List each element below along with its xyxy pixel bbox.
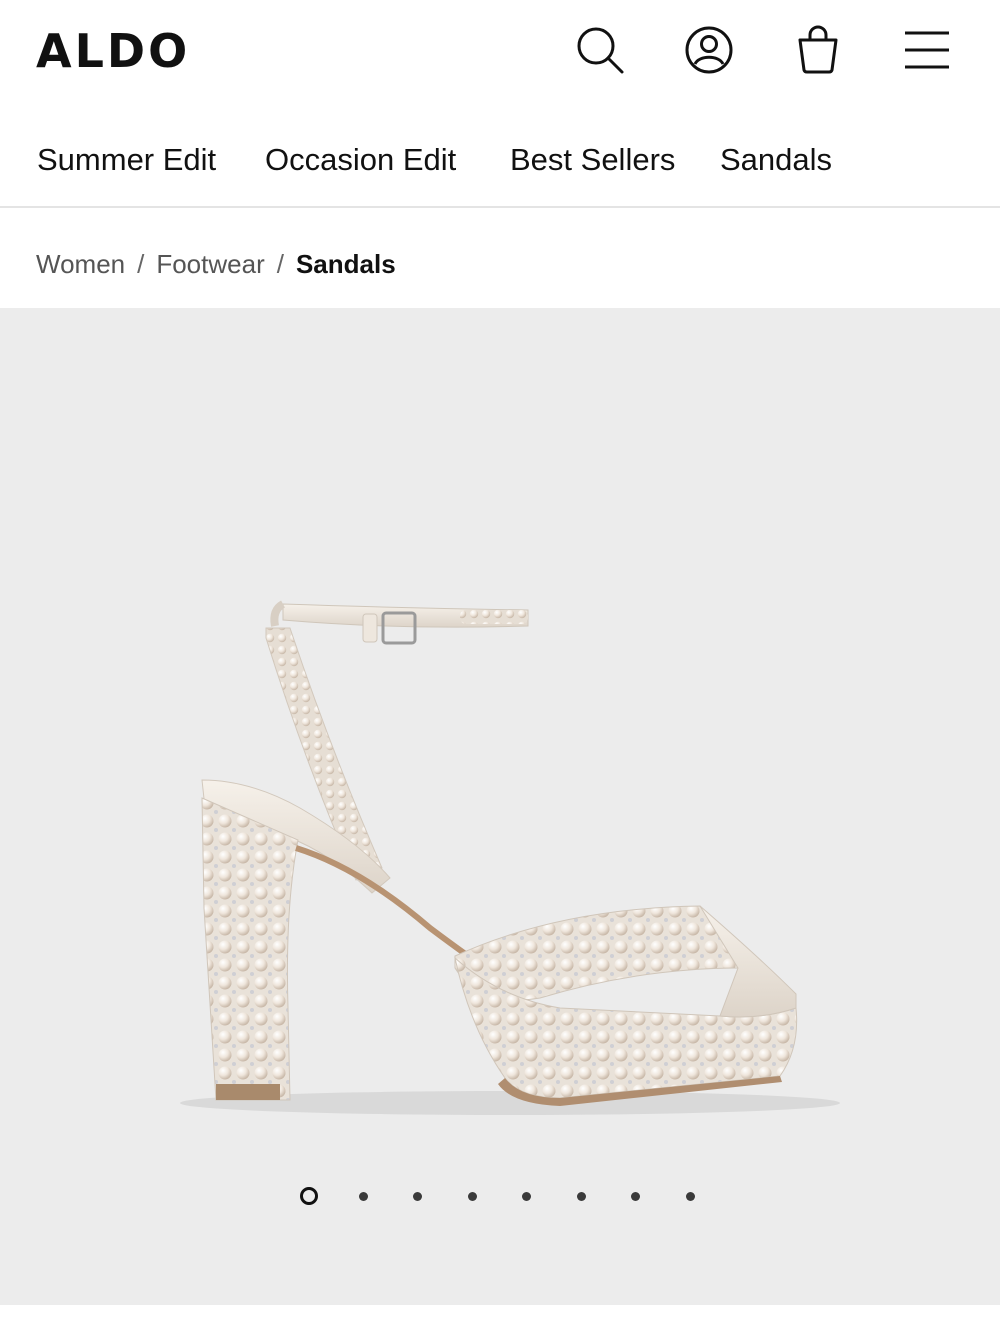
gallery-dot-8[interactable]: [686, 1192, 695, 1201]
nav-item-occasion-edit[interactable]: Occasion Edit: [265, 140, 456, 180]
search-icon[interactable]: [572, 22, 628, 78]
breadcrumb-link-footwear[interactable]: Footwear: [156, 246, 264, 282]
site-header: ALDO: [0, 0, 1000, 110]
aldo-logo[interactable]: ALDO: [36, 26, 190, 76]
page-content-below: [0, 1305, 1000, 1333]
menu-icon[interactable]: [899, 22, 955, 78]
gallery-pagination: [0, 1186, 1000, 1210]
breadcrumb-separator: /: [137, 249, 145, 279]
nav-item-best-sellers[interactable]: Best Sellers: [510, 140, 675, 180]
nav-item-summer-edit[interactable]: Summer Edit: [37, 140, 216, 180]
category-nav: Summer Edit Occasion Edit Best Sellers S…: [0, 110, 1000, 208]
product-image-gallery[interactable]: [0, 308, 1000, 1305]
gallery-dot-1[interactable]: [300, 1187, 318, 1205]
nav-item-sandals[interactable]: Sandals: [720, 140, 832, 180]
gallery-dot-3[interactable]: [413, 1192, 422, 1201]
shopping-bag-icon[interactable]: [790, 22, 846, 78]
account-icon[interactable]: [681, 22, 737, 78]
gallery-dot-4[interactable]: [468, 1192, 477, 1201]
gallery-dot-5[interactable]: [522, 1192, 531, 1201]
breadcrumb-current: Sandals: [295, 249, 396, 279]
gallery-dot-2[interactable]: [359, 1192, 368, 1201]
gallery-dot-6[interactable]: [577, 1192, 586, 1201]
breadcrumb-link-women[interactable]: Women: [36, 246, 125, 282]
gallery-dot-7[interactable]: [631, 1192, 640, 1201]
breadcrumb-separator: /: [276, 249, 284, 279]
breadcrumb: Women / Footwear / Sandals: [36, 244, 396, 284]
product-image: [180, 600, 840, 1115]
